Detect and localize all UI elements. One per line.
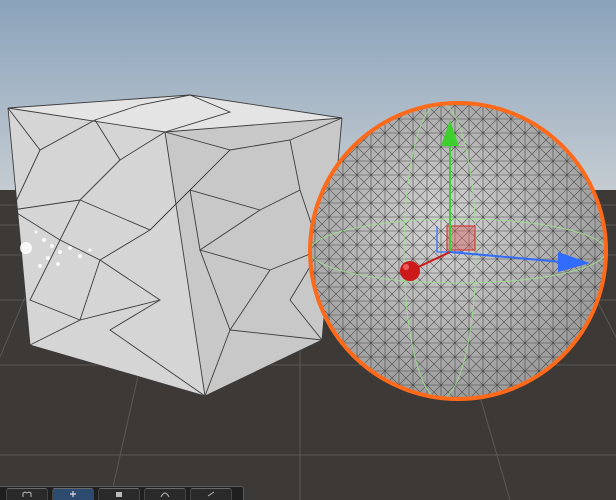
xy-plane-handle[interactable]	[446, 225, 476, 251]
rotate-icon	[116, 492, 122, 497]
tools-toolbar	[0, 486, 244, 500]
z-axis-knob-icon[interactable]	[400, 261, 420, 281]
move-tool-button[interactable]	[52, 488, 94, 500]
rotate-tool-button[interactable]	[98, 488, 140, 500]
scale-tool-button[interactable]	[144, 488, 186, 500]
scale-icon	[160, 492, 170, 497]
cube-mesh[interactable]	[7, 94, 343, 397]
scene-canvas[interactable]	[0, 0, 616, 500]
rect-icon	[207, 491, 215, 497]
rect-tool-button[interactable]	[190, 488, 232, 500]
scene-viewport[interactable]	[0, 0, 616, 500]
z-axis-knob-highlight	[403, 264, 409, 270]
move-icon	[70, 491, 76, 497]
hand-icon	[22, 491, 32, 497]
hand-tool-button[interactable]	[6, 488, 48, 500]
